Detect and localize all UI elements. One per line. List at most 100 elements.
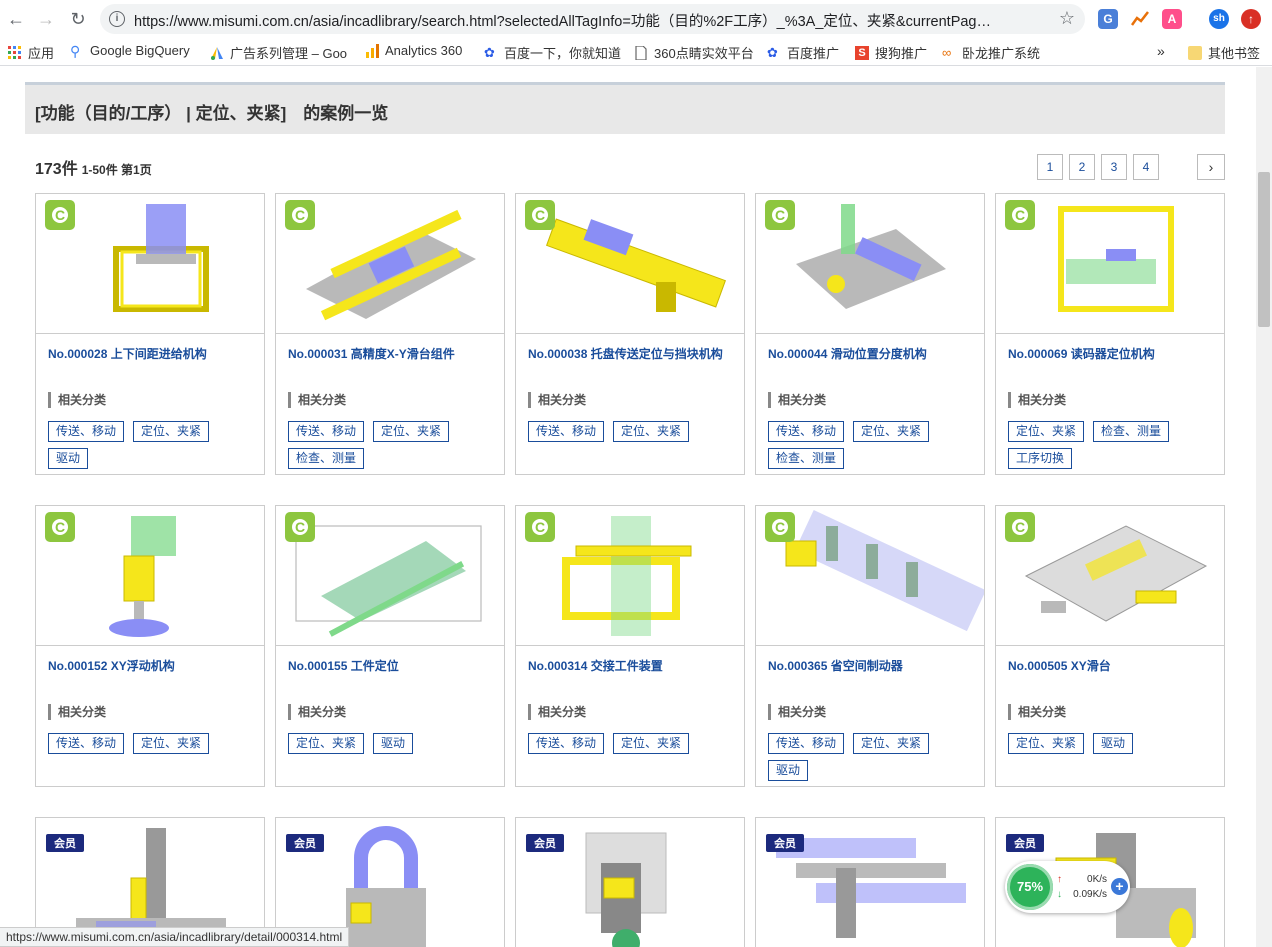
bookmark-analytics[interactable]: Analytics 360 xyxy=(365,43,462,58)
category-tag[interactable]: 驱动 xyxy=(768,760,809,781)
bookmark-wolong[interactable]: ∞ 卧龙推广系统 xyxy=(942,43,1040,62)
site-info-icon[interactable]: i xyxy=(109,11,125,27)
bookmark-star-icon[interactable]: ☆ xyxy=(1059,8,1075,29)
category-tag[interactable]: 定位、夹紧 xyxy=(133,421,210,442)
forward-icon[interactable]: → xyxy=(34,7,58,31)
case-card[interactable]: C No.000031 高精度X-Y滑台组件 相关分类 传送、移动 定位、夹紧 检查… xyxy=(275,193,505,475)
page-2-button[interactable]: 2 xyxy=(1069,154,1095,180)
category-tag[interactable]: 定位、夹紧 xyxy=(853,421,930,442)
case-thumbnail[interactable]: C xyxy=(36,194,264,334)
category-tag[interactable]: 传送、移动 xyxy=(768,733,845,754)
category-tag[interactable]: 传送、移动 xyxy=(528,421,605,442)
category-tag[interactable]: 传送、移动 xyxy=(528,733,605,754)
category-tag[interactable]: 传送、移动 xyxy=(768,421,845,442)
ext-a-icon[interactable]: A xyxy=(1162,9,1182,29)
url-text[interactable]: https://www.misumi.com.cn/asia/incadlibr… xyxy=(134,10,1054,31)
bookmark-360[interactable]: 360点睛实效平台 xyxy=(634,43,754,62)
related-category-label: 相关分类 xyxy=(768,392,826,408)
case-title-link[interactable]: No.000069 读码器定位机构 xyxy=(1008,345,1155,362)
category-tag[interactable]: 定位、夹紧 xyxy=(1008,421,1085,442)
category-tag[interactable]: 驱动 xyxy=(373,733,414,754)
cad-badge-icon: C xyxy=(1005,200,1035,230)
case-title-link[interactable]: No.000152 XY浮动机构 xyxy=(48,657,175,674)
category-tag[interactable]: 定位、夹紧 xyxy=(1008,733,1085,754)
case-title-link[interactable]: No.000155 工件定位 xyxy=(288,657,399,674)
case-thumbnail[interactable]: C xyxy=(516,506,744,646)
page-title: [功能（目的/工序） | 定位、夹紧] 的案例一览 xyxy=(35,104,389,123)
category-tag[interactable]: 检查、测量 xyxy=(288,448,365,469)
case-title-link[interactable]: No.000031 高精度X-Y滑台组件 xyxy=(288,345,455,362)
case-thumbnail[interactable]: C xyxy=(36,506,264,646)
accelerate-plus-icon[interactable]: + xyxy=(1111,878,1128,895)
case-card[interactable]: C No.000365 省空间制动器 相关分类 传送、移动 定位、夹紧 驱动 xyxy=(755,505,985,787)
category-tag[interactable]: 定位、夹紧 xyxy=(373,421,450,442)
case-thumbnail[interactable]: C xyxy=(996,506,1224,646)
scrollbar-thumb[interactable] xyxy=(1258,172,1270,327)
category-tag[interactable]: 检查、测量 xyxy=(1093,421,1170,442)
category-heading-bar: [功能（目的/工序） | 定位、夹紧] 的案例一览 xyxy=(25,82,1225,134)
related-category-label: 相关分类 xyxy=(528,392,586,408)
page-4-button[interactable]: 4 xyxy=(1133,154,1159,180)
page-scrollbar[interactable] xyxy=(1256,67,1272,947)
case-card[interactable]: C No.000155 工件定位 相关分类 定位、夹紧 驱动 xyxy=(275,505,505,787)
back-icon[interactable]: ← xyxy=(4,7,28,31)
member-case-card[interactable]: 会员 xyxy=(755,817,985,947)
case-thumbnail[interactable]: C xyxy=(276,506,504,646)
category-tag[interactable]: 定位、夹紧 xyxy=(133,733,210,754)
bookmark-baidu[interactable]: ✿ 百度一下，你就知道 xyxy=(484,43,621,62)
bookmarks-overflow[interactable]: » xyxy=(1157,43,1165,59)
category-tag[interactable]: 传送、移动 xyxy=(288,421,365,442)
case-title-link[interactable]: No.000044 滑动位置分度机构 xyxy=(768,345,927,362)
case-thumbnail[interactable]: 会员 xyxy=(756,818,984,947)
category-tag[interactable]: 驱动 xyxy=(1093,733,1134,754)
case-thumbnail[interactable]: C xyxy=(756,506,984,646)
reload-icon[interactable]: ↻ xyxy=(66,7,90,31)
category-tag[interactable]: 驱动 xyxy=(48,448,89,469)
case-title-link[interactable]: No.000314 交接工件装置 xyxy=(528,657,663,674)
case-card[interactable]: C No.000505 XY滑台 相关分类 定位、夹紧 驱动 xyxy=(995,505,1225,787)
case-card[interactable]: C No.000028 上下间距进给机构 相关分类 传送、移动 定位、夹紧 驱动 xyxy=(35,193,265,475)
cad-badge-icon: C xyxy=(285,200,315,230)
bookmark-sogou[interactable]: S 搜狗推广 xyxy=(855,43,927,62)
bookmark-label: 百度推广 xyxy=(787,46,840,61)
case-title-link[interactable]: No.000505 XY滑台 xyxy=(1008,657,1111,674)
next-page-button[interactable]: › xyxy=(1197,154,1225,180)
analytics-ext-icon[interactable] xyxy=(1130,9,1150,29)
network-speed-widget[interactable]: 75% ↑ 0K/s ↓ 0.09K/s + xyxy=(1005,861,1130,913)
category-tag[interactable]: 定位、夹紧 xyxy=(613,421,690,442)
address-bar[interactable]: i https://www.misumi.com.cn/asia/incadli… xyxy=(100,4,1085,34)
bookmark-apps[interactable]: 应用 xyxy=(8,43,54,62)
case-thumbnail[interactable]: C xyxy=(516,194,744,334)
bookmark-google-ads[interactable]: 广告系列管理 – Goo xyxy=(210,43,347,62)
member-case-card[interactable]: 会员 xyxy=(515,817,745,947)
category-tag[interactable]: 传送、移动 xyxy=(48,733,125,754)
category-tag[interactable]: 传送、移动 xyxy=(48,421,125,442)
profile-avatar[interactable]: sh xyxy=(1209,9,1229,29)
case-card[interactable]: C No.000314 交接工件装置 相关分类 传送、移动 定位、夹紧 xyxy=(515,505,745,787)
bookmark-baidu-tuiguang[interactable]: ✿ 百度推广 xyxy=(767,43,839,62)
category-tag[interactable]: 检查、测量 xyxy=(768,448,845,469)
member-badge: 会员 xyxy=(46,834,84,852)
case-title-link[interactable]: No.000365 省空间制动器 xyxy=(768,657,903,674)
page-1-button[interactable]: 1 xyxy=(1037,154,1063,180)
category-tag[interactable]: 定位、夹紧 xyxy=(613,733,690,754)
case-thumbnail[interactable]: 会员 xyxy=(516,818,744,947)
case-thumbnail[interactable]: C xyxy=(756,194,984,334)
case-title-link[interactable]: No.000028 上下间距进给机构 xyxy=(48,345,207,362)
case-thumbnail[interactable]: C xyxy=(996,194,1224,334)
case-title-link[interactable]: No.000038 托盘传送定位与挡块机构 xyxy=(528,345,723,362)
category-tag[interactable]: 定位、夹紧 xyxy=(853,733,930,754)
case-card[interactable]: C No.000152 XY浮动机构 相关分类 传送、移动 定位、夹紧 xyxy=(35,505,265,787)
update-icon[interactable]: ↑ xyxy=(1241,9,1261,29)
bookmark-bigquery[interactable]: ⚲ Google BigQuery xyxy=(70,43,190,58)
category-tag[interactable]: 工序切换 xyxy=(1008,448,1073,469)
translate-icon[interactable]: G xyxy=(1098,9,1118,29)
category-tag[interactable]: 定位、夹紧 xyxy=(288,733,365,754)
case-card[interactable]: C No.000044 滑动位置分度机构 相关分类 传送、移动 定位、夹紧 检查、测… xyxy=(755,193,985,475)
case-card[interactable]: C No.000038 托盘传送定位与挡块机构 相关分类 传送、移动 定位、夹紧 xyxy=(515,193,745,475)
member-badge: 会员 xyxy=(766,834,804,852)
case-card[interactable]: C No.000069 读码器定位机构 相关分类 定位、夹紧 检查、测量 工序切换 xyxy=(995,193,1225,475)
page-3-button[interactable]: 3 xyxy=(1101,154,1127,180)
case-thumbnail[interactable]: C xyxy=(276,194,504,334)
other-bookmarks[interactable]: 其他书签 xyxy=(1188,43,1260,62)
